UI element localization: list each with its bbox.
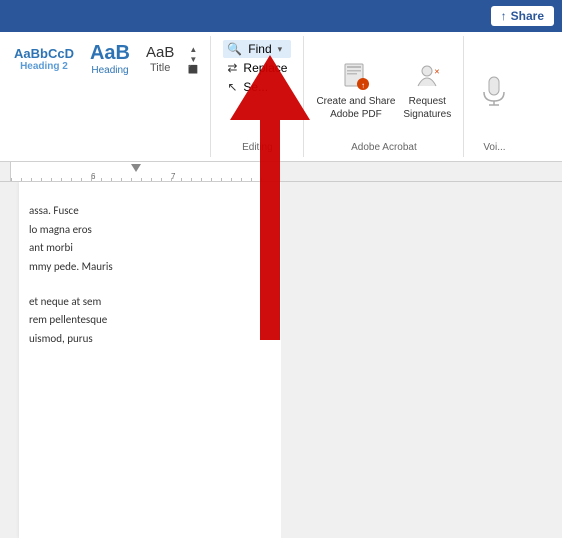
find-item[interactable]: 🔍 Find ▾ [223,40,291,58]
ribbon: AaBbCcD Heading 2 AaB Heading AaB Title … [0,32,562,162]
style-scroll[interactable]: ▲ ▼ ⬛ [184,43,202,75]
title-label: Title [150,62,170,74]
ruler: 6 7 [0,162,562,182]
editing-section-label: Editing [223,138,291,153]
styles-section: AaBbCcD Heading 2 AaB Heading AaB Title … [0,36,211,157]
scroll-down-arrow[interactable]: ▼ [186,55,200,63]
heading1-preview: AaB [90,42,130,65]
voice-section-label: Voi... [472,142,516,153]
replace-item[interactable]: ⇄ Replace [223,59,291,77]
select-item[interactable]: ↖ Se... [223,78,291,96]
replace-label: Replace [243,61,287,75]
heading1-label: Heading [91,65,128,76]
request-sig-icon: ✕ [411,61,443,93]
scroll-expand-arrow[interactable]: ⬛ [186,65,200,73]
text-line-7: uismod, purus [29,330,261,349]
replace-icon: ⇄ [227,61,237,75]
adobe-section: ↑ Create and ShareAdobe PDF ✕ RequestSig… [304,36,464,157]
select-label: Se... [243,80,268,94]
svg-text:↑: ↑ [361,81,365,90]
text-line-4: mmy pede. Mauris [29,258,261,277]
document-area: assa. Fusce lo magna eros ant morbi mmy … [0,182,281,538]
text-line-5: et neque at sem [29,293,261,312]
find-label: Find [248,42,271,56]
create-pdf-icon: ↑ [340,61,372,93]
main-content: assa. Fusce lo magna eros ant morbi mmy … [0,182,562,538]
ruler-inner: 6 7 [0,162,562,181]
editing-section: 🔍 Find ▾ ⇄ Replace ↖ Se... Editing [211,36,304,157]
request-sig-label: RequestSignatures [403,95,451,121]
find-dropdown-icon[interactable]: ▾ [278,44,283,55]
dictate-icon [480,75,508,107]
request-signatures-item[interactable]: ✕ RequestSignatures [403,61,451,121]
find-icon: 🔍 [227,42,242,56]
style-title[interactable]: AaB Title [140,42,180,76]
text-line-3: ant morbi [29,239,261,258]
share-label: Share [511,9,544,23]
page-gap-1 [29,277,261,293]
style-heading2[interactable]: AaBbCcD Heading 2 [8,44,80,75]
select-icon: ↖ [227,80,237,94]
scroll-up-arrow[interactable]: ▲ [186,45,200,53]
share-button[interactable]: ↑ Share [491,6,554,26]
create-pdf-label: Create and ShareAdobe PDF [316,95,395,121]
adobe-items: ↑ Create and ShareAdobe PDF ✕ RequestSig… [316,40,451,142]
svg-text:✕: ✕ [434,69,440,76]
title-preview: AaB [146,44,174,62]
heading2-preview: AaBbCcD [14,46,74,62]
document-page: assa. Fusce lo magna eros ant morbi mmy … [19,182,281,538]
share-icon: ↑ [501,9,507,23]
editing-items: 🔍 Find ▾ ⇄ Replace ↖ Se... [223,40,291,138]
styles-row: AaBbCcD Heading 2 AaB Heading AaB Title … [8,40,202,78]
text-line-6: rem pellentesque [29,311,261,330]
page-text: assa. Fusce lo magna eros ant morbi mmy … [29,202,261,349]
create-pdf-item[interactable]: ↑ Create and ShareAdobe PDF [316,61,395,121]
ruler-marker [131,164,141,172]
top-bar: ↑ Share [0,0,562,32]
gray-area [281,182,562,538]
text-line-2: lo magna eros [29,221,261,240]
text-line-1: assa. Fusce [29,202,261,221]
adobe-section-label: Adobe Acrobat [316,142,451,153]
heading2-label: Heading 2 [20,61,68,72]
ribbon-content: AaBbCcD Heading 2 AaB Heading AaB Title … [0,32,562,161]
voice-section: Voi... [464,36,524,157]
style-heading1[interactable]: AaB Heading [84,40,136,78]
